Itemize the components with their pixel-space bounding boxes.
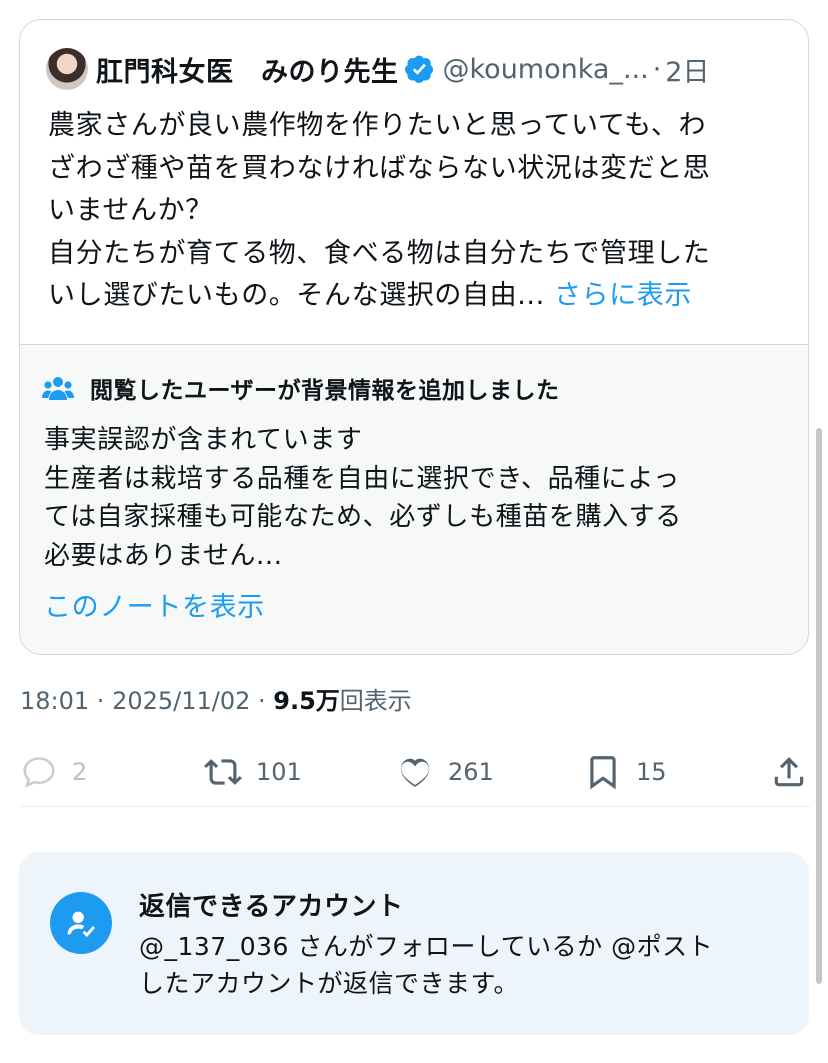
retweet-icon [204,759,242,785]
note-text-line: 事実誤認が含まれています [44,425,363,455]
view-count-label: 回表示 [339,687,412,715]
divider [20,806,810,807]
handle[interactable]: @koumonka_... [443,54,649,85]
post-metadata: 18:01 · 2025/11/02 · 9.5万回表示 [20,681,412,716]
people-icon [42,377,74,400]
note-text-line: 生産者は栽培する品種を自由に選択でき、品種によっ [44,463,680,494]
avatar[interactable] [46,48,88,90]
post-time[interactable]: 18:01 [20,687,89,715]
post-text-line: いし選びたいもの。そんな選択の自由... さらに表示 [48,275,788,318]
verified-badge-icon [404,55,433,83]
show-note-link[interactable]: このノートを表示 [44,585,265,624]
share-icon [774,757,804,787]
scrollbar[interactable] [816,428,822,984]
quoted-post-text: 農家さんが良い農作物を作りたいと思っていても、わ ざわざ種や苗を買わなければなら… [48,105,788,318]
reply-button[interactable]: 2 [20,745,87,799]
like-button[interactable]: 261 [396,745,494,799]
reply-restriction-notice: 返信できるアカウント @_137_036 さんがフォローしているか @ポスト し… [19,852,809,1035]
bookmark-button[interactable]: 15 [584,745,667,799]
quoted-post-header: 肛門科女医 みのり先生 @koumonka_... · 2日 [46,47,788,91]
action-bar: 2 101 261 15 [0,745,828,799]
community-note-title: 閲覧したユーザーが背景情報を追加しました [90,378,560,404]
show-more-link[interactable]: さらに表示 [554,280,692,311]
community-note[interactable]: 閲覧したユーザーが背景情報を追加しました 事実誤認が含まれています 生産者は栽培… [20,344,808,654]
share-button[interactable] [770,745,808,799]
bookmark-icon [590,756,616,790]
note-text-line: 必要はありません... [44,540,283,571]
community-note-text: 事実誤認が含まれています 生産者は栽培する品種を自由に選択でき、品種によっ ては… [44,421,682,575]
bookmark-count: 15 [636,758,667,786]
meta-separator: · [89,687,113,715]
reply-icon [23,757,55,788]
retweet-button[interactable]: 101 [204,745,302,799]
user-check-icon [50,892,112,954]
view-count: 9.5万 [273,687,340,715]
post-text-line: ざわざ種や苗を買わなければならない状況は変だと思 [48,152,711,184]
reply-count: 2 [72,758,88,786]
reply-restriction-line: したアカウントが返信できます。 [139,968,520,998]
post-age[interactable]: 2日 [665,50,709,89]
reply-restriction-text: @_137_036 さんがフォローしているか @ポスト したアカウントが返信でき… [139,929,713,1002]
meta-separator: · [250,687,274,715]
note-text-line: ては自家採種も可能なため、必ずしも種苗を購入する [44,502,682,532]
post-text-line: いませんか？ [48,195,213,226]
like-count: 261 [448,758,494,786]
separator-dot: · [652,53,662,85]
retweet-count: 101 [256,758,302,786]
heart-icon [400,758,430,787]
display-name[interactable]: 肛門科女医 みのり先生 [96,50,399,89]
quoted-post-card[interactable]: 肛門科女医 みのり先生 @koumonka_... · 2日 農家さんが良い農作… [19,19,809,655]
post-date[interactable]: 2025/11/02 [112,687,250,715]
post-text-last: いし選びたいもの。そんな選択の自由... [48,280,545,311]
post-text-line: 農家さんが良い農作物を作りたいと思っていても、わ [48,110,707,141]
post-text-line: 自分たちが育てる物、食べる物は自分たちで管理した [48,237,711,269]
community-note-header: 閲覧したユーザーが背景情報を追加しました [42,371,560,405]
reply-restriction-title: 返信できるアカウント [139,892,404,922]
reply-restriction-line: @_137_036 さんがフォローしているか @ポスト [139,932,714,961]
